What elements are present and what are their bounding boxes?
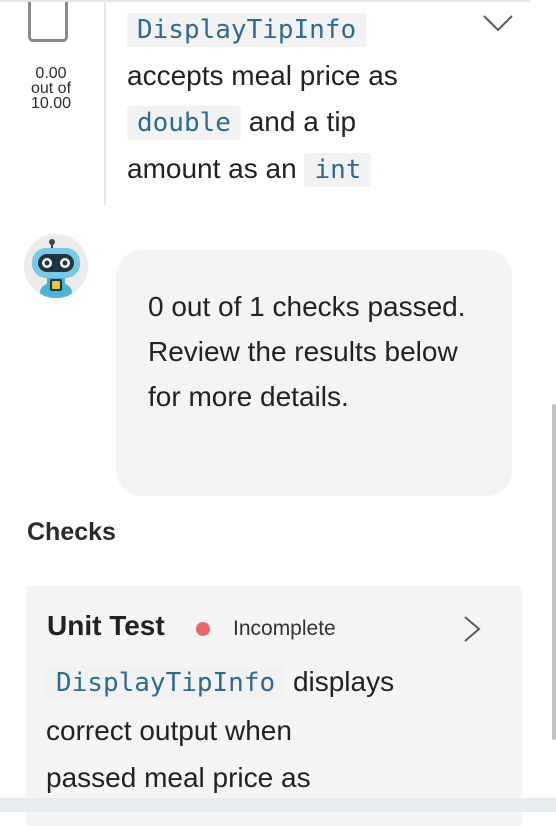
criterion-text-2: and a tip: [248, 106, 357, 137]
criterion-checkbox[interactable]: [28, 2, 68, 42]
criterion-description: DisplayTipInfo accepts meal price as dou…: [127, 6, 457, 193]
check-desc-2: correct output when: [46, 715, 292, 746]
criterion-divider: [104, 0, 106, 205]
score-max: 10.00: [30, 95, 72, 112]
check-desc-3: passed meal price as: [46, 762, 311, 793]
check-card[interactable]: Unit Test Incomplete DisplayTipInfo disp…: [26, 586, 522, 826]
code-type-double: double: [127, 106, 241, 140]
status-dot: [196, 622, 210, 636]
bottom-bar: [0, 798, 556, 812]
check-code-method: DisplayTipInfo: [46, 666, 286, 700]
check-description: DisplayTipInfo displays correct output w…: [46, 658, 466, 801]
scrollbar-thumb[interactable]: [552, 404, 556, 740]
criterion-text-1: accepts meal price as: [127, 60, 398, 91]
checks-heading: Checks: [27, 518, 116, 546]
chevron-down-icon[interactable]: [482, 12, 514, 34]
criterion-score: 0.00 out of 10.00: [14, 65, 88, 112]
robot-avatar-icon: [24, 234, 88, 298]
code-type-int: int: [304, 153, 372, 187]
score-value: 0.00: [35, 65, 67, 82]
score-out-of: out of: [30, 80, 72, 97]
top-divider: [0, 0, 530, 2]
code-method: DisplayTipInfo: [127, 13, 367, 47]
criterion-text-3: amount as an: [127, 153, 297, 184]
chevron-right-icon[interactable]: [462, 614, 482, 644]
bot-message-text: 0 out of 1 checks passed. Review the res…: [148, 291, 466, 412]
bot-message-bubble: 0 out of 1 checks passed. Review the res…: [116, 250, 512, 496]
check-title: Unit Test: [47, 610, 165, 641]
check-desc-1: displays: [292, 666, 395, 697]
status-text: Incomplete: [233, 617, 336, 640]
